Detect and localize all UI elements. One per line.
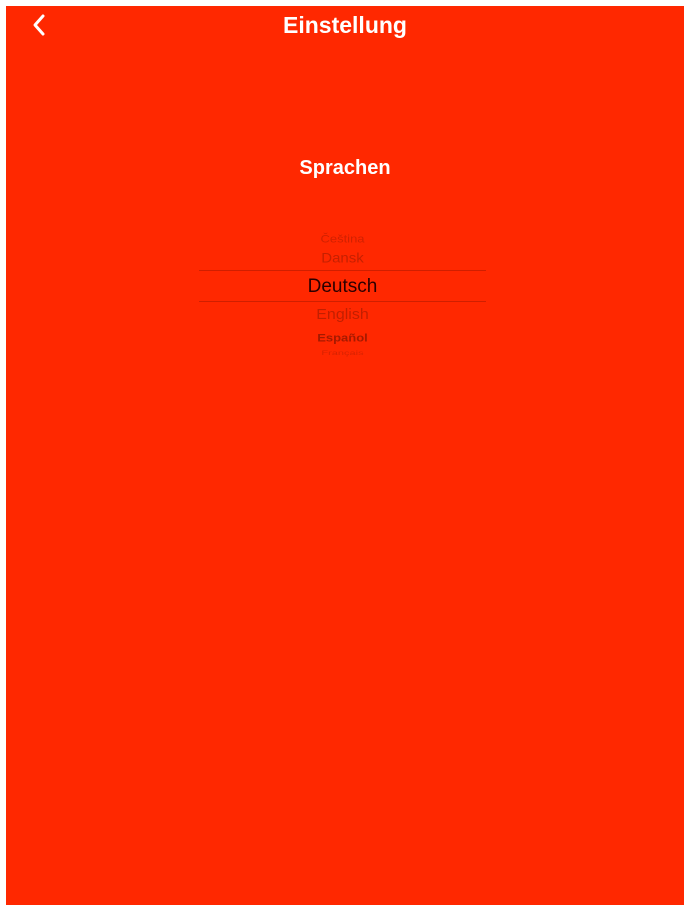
navigation-bar: Einstellung (6, 6, 684, 46)
page-title: Einstellung (283, 12, 407, 38)
settings-screen: Einstellung Sprachen Čeština Dansk Deuts… (6, 6, 684, 905)
picker-option-dansk[interactable]: Dansk (199, 251, 486, 268)
picker-option-english[interactable]: English (199, 306, 486, 323)
picker-option-cestina[interactable]: Čeština (199, 232, 486, 246)
section-title-languages: Sprachen (299, 157, 391, 179)
picker-option-espanol[interactable]: Español (199, 331, 486, 345)
picker-selection-line-bottom (199, 301, 486, 302)
picker-selection-line-top (199, 270, 486, 271)
language-picker[interactable]: Čeština Dansk Deutsch English Español Fr… (199, 220, 486, 360)
picker-option-francais[interactable]: Français (199, 350, 486, 357)
picker-option-deutsch-selected[interactable]: Deutsch (199, 276, 486, 298)
